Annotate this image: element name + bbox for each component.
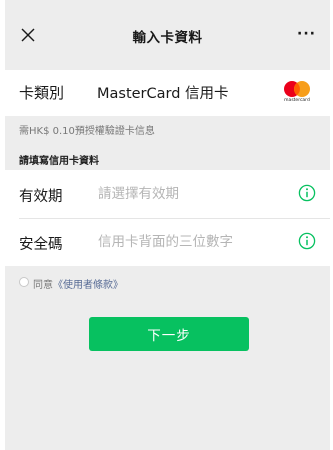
- cvv-label: 安全碼: [19, 237, 63, 253]
- expiry-info-icon[interactable]: [298, 184, 316, 202]
- fee-note: 需HK$ 0.10預授權驗證卡信息: [19, 126, 155, 137]
- card-type-row: 卡類別 MasterCard 信用卡 mastercard: [5, 70, 330, 116]
- header: 輸入卡資料 ···: [5, 0, 330, 70]
- more-icon[interactable]: ···: [297, 26, 316, 42]
- section-title: 請填寫信用卡資料: [19, 156, 99, 167]
- expiry-label: 有效期: [19, 189, 63, 205]
- page-title: 輸入卡資料: [132, 30, 203, 46]
- card-form: 有效期 安全碼: [5, 170, 330, 266]
- agree-prefix: 同意: [33, 280, 53, 291]
- next-button[interactable]: 下一步: [89, 317, 249, 351]
- card-type-value: MasterCard 信用卡: [97, 86, 229, 102]
- agree-radio[interactable]: [19, 277, 29, 287]
- app-screen: 輸入卡資料 ··· 卡類別 MasterCard 信用卡 mastercard …: [0, 0, 333, 450]
- cvv-input[interactable]: [98, 232, 278, 252]
- expiry-row[interactable]: 有效期: [5, 170, 330, 219]
- expiry-input[interactable]: [98, 184, 278, 204]
- cvv-row[interactable]: 安全碼: [5, 218, 330, 266]
- card-type-label: 卡類別: [19, 84, 65, 102]
- cvv-info-icon[interactable]: [298, 232, 316, 250]
- terms-link[interactable]: 《使用者條款》: [53, 280, 123, 291]
- mastercard-logo-icon: mastercard: [282, 80, 312, 106]
- mastercard-logo-text: mastercard: [284, 98, 310, 103]
- agree-text: 同意《使用者條款》: [33, 276, 123, 291]
